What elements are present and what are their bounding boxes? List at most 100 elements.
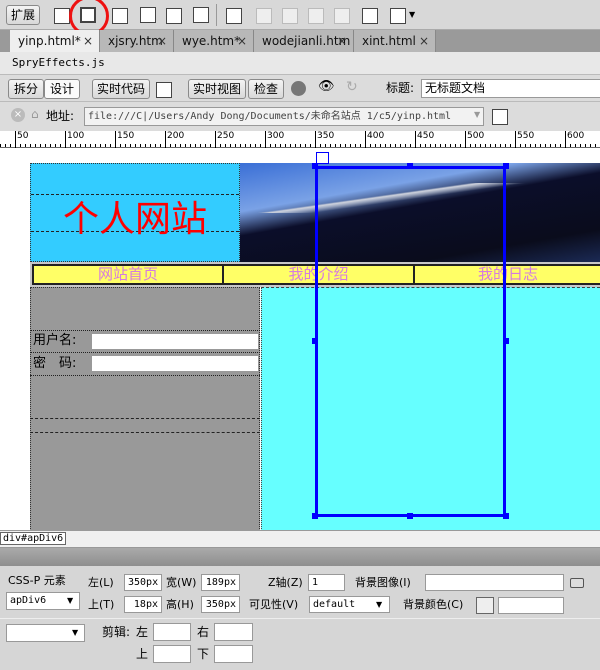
insert-frame-icon[interactable] [140, 7, 156, 23]
divider [216, 4, 217, 26]
split-view-button[interactable]: 拆分 [8, 79, 44, 99]
clip-right-label: 右 [197, 625, 210, 639]
left-label: 左(L) [88, 576, 114, 589]
live-code-button[interactable]: 实时代码 [92, 79, 150, 99]
ruler-tick-label: 200 [165, 131, 184, 148]
close-icon[interactable]: × [337, 30, 347, 52]
resize-handle[interactable] [503, 513, 509, 519]
title-input[interactable]: 无标题文档 [421, 79, 600, 98]
chevron-down-icon[interactable]: ▼ [72, 628, 78, 637]
extend-button[interactable]: 扩展 [6, 5, 40, 25]
insert-toolbar: 扩展 ▼ [0, 0, 600, 36]
ruler-tick-label: 350 [315, 131, 334, 148]
design-view-button[interactable]: 设计 [44, 79, 80, 99]
z-index-label: Z轴(Z) [268, 576, 303, 589]
insert-region-icon[interactable] [193, 7, 209, 23]
insert-template-icon[interactable] [166, 8, 182, 24]
width-label: 宽(W) [166, 576, 197, 589]
folder-icon[interactable] [570, 578, 584, 588]
related-file-spryeffects[interactable]: SpryEffects.js [12, 56, 105, 69]
left-input[interactable]: 350px [124, 574, 162, 591]
password-input[interactable] [92, 356, 258, 371]
file-management-icon[interactable] [156, 82, 172, 98]
apdiv6-selection[interactable] [315, 166, 506, 517]
resize-handle[interactable] [312, 513, 318, 519]
layout-dropdown-icon[interactable] [390, 8, 406, 24]
color-picker[interactable] [476, 597, 494, 614]
tab-xint[interactable]: xint.html × [354, 30, 436, 52]
address-dropdown-icon[interactable]: ▼ [474, 110, 480, 119]
layout-icon[interactable] [54, 8, 70, 24]
username-input[interactable] [92, 334, 258, 349]
close-icon[interactable]: × [83, 30, 93, 52]
bg-image-input[interactable] [425, 574, 564, 591]
top-input[interactable]: 18px [124, 596, 162, 613]
tag-apdiv6[interactable]: div#apDiv6 [0, 532, 67, 545]
address-input[interactable]: file:///C|/Users/Andy Dong/Documents/未命名… [84, 107, 484, 126]
globe-icon[interactable] [291, 81, 306, 96]
ruler-tick-label: 250 [215, 131, 234, 148]
ruler-tick-label: 150 [115, 131, 134, 148]
password-label: 密 码: [33, 356, 77, 371]
tab-label: xjsry.htm [108, 34, 163, 48]
address-bar: × ⌂ 地址: file:///C|/Users/Andy Dong/Docum… [0, 102, 600, 131]
ruler-tick-label: 400 [365, 131, 384, 148]
ruler-tick-label: 300 [265, 131, 284, 148]
clip-left-label: 左 [136, 625, 149, 639]
bg-color-input[interactable] [498, 597, 564, 614]
close-icon[interactable]: × [157, 30, 167, 52]
width-input[interactable]: 189px [201, 574, 240, 591]
tab-yinp[interactable]: yinp.html* × [10, 30, 100, 52]
insert-row-icon [256, 8, 272, 24]
resize-handle[interactable] [312, 163, 318, 169]
bg-image-label: 背景图像(I) [355, 576, 411, 589]
username-label: 用户名: [33, 333, 77, 348]
chevron-down-icon[interactable]: ▼ [409, 10, 415, 19]
tab-xjsry[interactable]: xjsry.htm × [100, 30, 174, 52]
frame-icon[interactable] [362, 8, 378, 24]
resize-handle[interactable] [407, 163, 413, 169]
close-icon[interactable]: × [419, 30, 429, 52]
split-cell-icon [334, 8, 350, 24]
table-icon[interactable] [226, 8, 242, 24]
ruler-tick-label: 100 [65, 131, 84, 148]
insert-div-icon[interactable] [112, 8, 128, 24]
height-input[interactable]: 350px [201, 596, 240, 613]
tab-label: yinp.html* [18, 34, 81, 48]
design-view[interactable]: 个人网站 网站首页 我的介绍 我的日志 用户名: 密 码: [0, 148, 600, 530]
home-icon[interactable]: ⌂ [31, 107, 39, 121]
clip-top-label: 上 [136, 647, 149, 661]
clip-right-input[interactable] [214, 623, 253, 641]
resize-handle[interactable] [407, 513, 413, 519]
related-files-bar: SpryEffects.js [0, 52, 600, 75]
site-title: 个人网站 [63, 199, 208, 240]
refresh-icon[interactable]: ↻ [346, 79, 358, 95]
nav-home[interactable]: 网站首页 [32, 264, 224, 285]
clip-bottom-label: 下 [197, 647, 210, 661]
clip-left-input[interactable] [153, 623, 191, 641]
height-label: 高(H) [166, 598, 194, 611]
sidebar [30, 287, 260, 530]
inspect-button[interactable]: 检查 [248, 79, 284, 99]
properties-panel: CSS-P 元素 apDiv6 ▼ 左(L) 350px 宽(W) 189px … [0, 566, 600, 670]
header-title-cell: 个人网站 [30, 163, 240, 262]
horizontal-ruler: 50 100 150 200 250 300 350 400 450 500 550 600 [0, 131, 600, 148]
resize-handle[interactable] [503, 163, 509, 169]
clip-top-input[interactable] [153, 645, 191, 663]
visual-aids-icon[interactable]: 👁 [318, 79, 335, 94]
resize-handle[interactable] [503, 338, 509, 344]
ruler-tick-label: 50 [15, 131, 28, 148]
chevron-down-icon[interactable]: ▼ [67, 596, 73, 605]
stop-icon[interactable]: × [11, 108, 25, 122]
address-label: 地址: [46, 109, 75, 123]
resize-handle[interactable] [312, 338, 318, 344]
live-view-button[interactable]: 实时视图 [188, 79, 246, 99]
chevron-down-icon[interactable]: ▼ [376, 600, 382, 609]
z-index-input[interactable]: 1 [308, 574, 345, 591]
options-icon[interactable] [492, 109, 508, 125]
clip-bottom-input[interactable] [214, 645, 253, 663]
merge-icon [308, 8, 324, 24]
tab-wye[interactable]: wye.htm* × [174, 30, 254, 52]
close-icon[interactable]: × [237, 30, 247, 52]
tab-wodejianli[interactable]: wodejianli.htm × [254, 30, 354, 52]
